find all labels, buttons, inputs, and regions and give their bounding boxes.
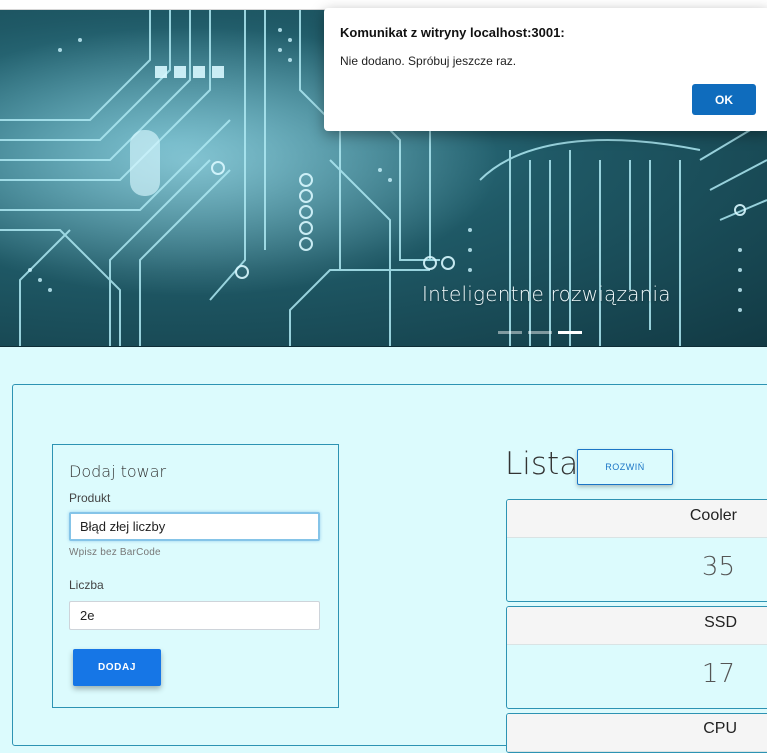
list-item: Cooler 35 bbox=[506, 499, 767, 602]
carousel-indicator-3[interactable] bbox=[558, 331, 582, 334]
list-item-value: 17 bbox=[701, 659, 735, 689]
carousel-indicator-2[interactable] bbox=[528, 331, 552, 334]
add-product-form: Dodaj towar Produkt Wpisz bez BarCode Li… bbox=[52, 444, 339, 708]
carousel-indicators bbox=[498, 331, 582, 334]
add-button[interactable]: DODAJ bbox=[73, 649, 161, 686]
product-label: Produkt bbox=[69, 491, 111, 505]
ok-button[interactable]: OK bbox=[692, 84, 756, 115]
list-item-name: CPU bbox=[507, 714, 767, 752]
product-input[interactable] bbox=[69, 512, 320, 541]
list-item-name: Cooler bbox=[507, 500, 767, 538]
dialog-title: Komunikat z witryny localhost:3001: bbox=[340, 25, 565, 40]
quantity-input[interactable] bbox=[69, 601, 320, 630]
list-title: Lista bbox=[505, 446, 579, 482]
list-item-name: SSD bbox=[507, 607, 767, 645]
expand-button[interactable]: ROZWIŃ bbox=[577, 449, 673, 485]
carousel-indicator-1[interactable] bbox=[498, 331, 522, 334]
carousel-caption: Inteligentne rozwiązania bbox=[422, 282, 671, 306]
list-item-value: 35 bbox=[701, 552, 735, 582]
dialog-message: Nie dodano. Spróbuj jeszcze raz. bbox=[340, 54, 517, 68]
list-item: SSD 17 bbox=[506, 606, 767, 709]
alert-dialog: Komunikat z witryny localhost:3001: Nie … bbox=[324, 8, 767, 131]
form-title: Dodaj towar bbox=[69, 462, 167, 481]
list-item: CPU bbox=[506, 713, 767, 753]
quantity-label: Liczba bbox=[69, 578, 104, 592]
product-hint: Wpisz bez BarCode bbox=[69, 547, 161, 558]
